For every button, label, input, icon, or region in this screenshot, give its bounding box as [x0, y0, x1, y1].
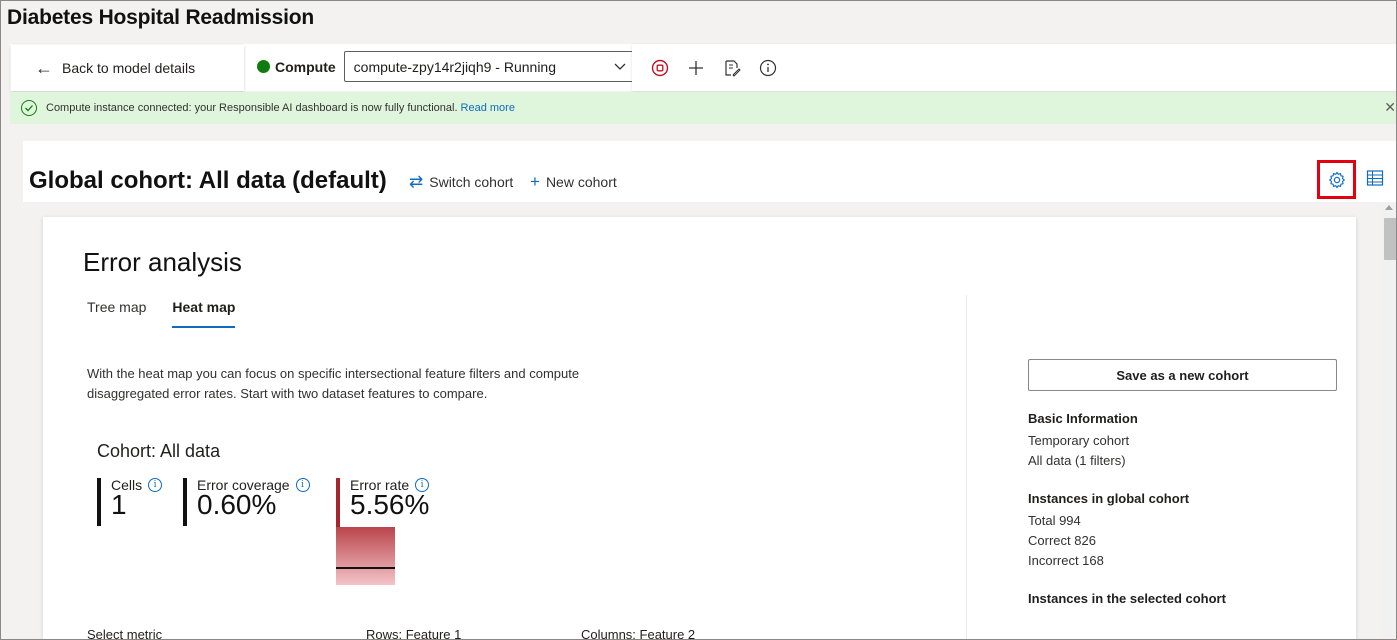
document-edit-icon[interactable] [722, 58, 742, 78]
cells-value: 1 [111, 489, 127, 520]
compute-label: Compute [275, 58, 336, 75]
basic-information-block: Basic Information Temporary cohort All d… [1028, 409, 1338, 471]
banner-text: Compute instance connected: your Respons… [46, 102, 458, 114]
table-view-button[interactable] [1366, 169, 1384, 192]
close-icon[interactable]: ✕ [1384, 99, 1396, 116]
tab-tree-map[interactable]: Tree map [87, 299, 146, 328]
arrow-left-icon: ← [35, 57, 53, 78]
cohort-bar: Global cohort: All data (default) ⇄ Swit… [23, 141, 1396, 202]
global-cohort-instances-block: Instances in global cohort Total 994 Cor… [1028, 489, 1338, 571]
compute-actions [632, 44, 1396, 91]
vertical-scrollbar[interactable] [1381, 202, 1396, 639]
new-cohort-label: New cohort [545, 174, 617, 190]
info-line: Correct 826 [1028, 533, 1096, 548]
scrollbar-thumb[interactable] [1384, 218, 1396, 260]
top-toolbar: ← Back to model details Compute compute-… [10, 44, 1396, 91]
error-rate-gradient-bar [336, 527, 395, 585]
info-line: Incorrect 168 [1028, 553, 1104, 568]
columns-feature-label: Columns: Feature 2 [581, 627, 696, 640]
plus-icon: + [530, 172, 540, 191]
error-coverage-metric: Error coverage i 0.60% [183, 478, 310, 526]
gear-icon [1328, 171, 1345, 188]
info-line: Total 994 [1028, 513, 1081, 528]
error-rate-metric: Error rate i 5.56% [336, 478, 429, 530]
compute-instance-dropdown[interactable]: compute-zpy14r2jiqh9 - Running [343, 51, 637, 82]
switch-arrows-icon: ⇄ [409, 172, 424, 191]
plus-icon[interactable] [686, 58, 706, 78]
new-cohort-button[interactable]: + New cohort [530, 172, 617, 192]
success-banner: Compute instance connected: your Respons… [10, 92, 1396, 124]
error-analysis-card: Error analysis Tree map Heat map With th… [43, 217, 1356, 640]
global-cohort-title: Global cohort: All data (default) [29, 167, 387, 194]
cohort-label: Cohort: All data [97, 441, 221, 461]
info-line: Temporary cohort [1028, 433, 1130, 448]
running-status-icon [257, 60, 270, 73]
global-cohort-heading: Instances in global cohort [1028, 491, 1190, 506]
rows-feature-label: Rows: Feature 1 [366, 627, 462, 640]
main-scroll-area: Error analysis Tree map Heat map With th… [23, 202, 1396, 640]
info-icon[interactable] [758, 58, 778, 78]
tab-heat-map[interactable]: Heat map [172, 299, 236, 328]
cohort-info-panel: Save as a new cohort Basic Information T… [1028, 359, 1338, 611]
settings-button[interactable] [1317, 160, 1356, 199]
view-tabs: Tree map Heat map [87, 299, 236, 328]
table-icon [1366, 170, 1384, 186]
basic-information-heading: Basic Information [1028, 411, 1138, 426]
info-icon[interactable]: i [148, 478, 163, 492]
compute-instance-value: compute-zpy14r2jiqh9 - Running [353, 58, 557, 75]
selected-cohort-heading: Instances in the selected cohort [1028, 591, 1226, 606]
check-circle-icon [21, 100, 37, 116]
info-line: All data (1 filters) [1028, 453, 1126, 468]
switch-cohort-label: Switch cohort [429, 174, 514, 190]
compute-group: Compute compute-zpy14r2jiqh9 - Running [257, 51, 637, 82]
panel-divider [966, 295, 967, 639]
selected-cohort-instances-block: Instances in the selected cohort [1028, 589, 1338, 609]
switch-cohort-button[interactable]: ⇄ Switch cohort [409, 172, 513, 192]
error-coverage-value: 0.60% [197, 489, 277, 520]
back-button-label: Back to model details [62, 60, 196, 76]
app-title: Diabetes Hospital Readmission [7, 6, 314, 29]
cells-metric: Cells i 1 [97, 478, 163, 526]
save-as-new-cohort-button[interactable]: Save as a new cohort [1028, 359, 1337, 391]
scroll-up-icon[interactable] [1385, 205, 1393, 210]
stop-circle-icon[interactable] [650, 58, 670, 78]
error-rate-marker [336, 567, 395, 569]
error-rate-value: 5.56% [350, 489, 430, 520]
read-more-link[interactable]: Read more [461, 102, 515, 114]
select-metric-label: Select metric [87, 627, 163, 640]
back-to-model-details-button[interactable]: ← Back to model details [11, 45, 244, 91]
error-analysis-title: Error analysis [83, 247, 242, 277]
info-icon[interactable]: i [295, 478, 310, 492]
app-window: Diabetes Hospital Readmission ← Back to … [0, 0, 1397, 640]
chevron-down-icon [614, 60, 626, 74]
heat-map-description: With the heat map you can focus on speci… [87, 366, 580, 401]
